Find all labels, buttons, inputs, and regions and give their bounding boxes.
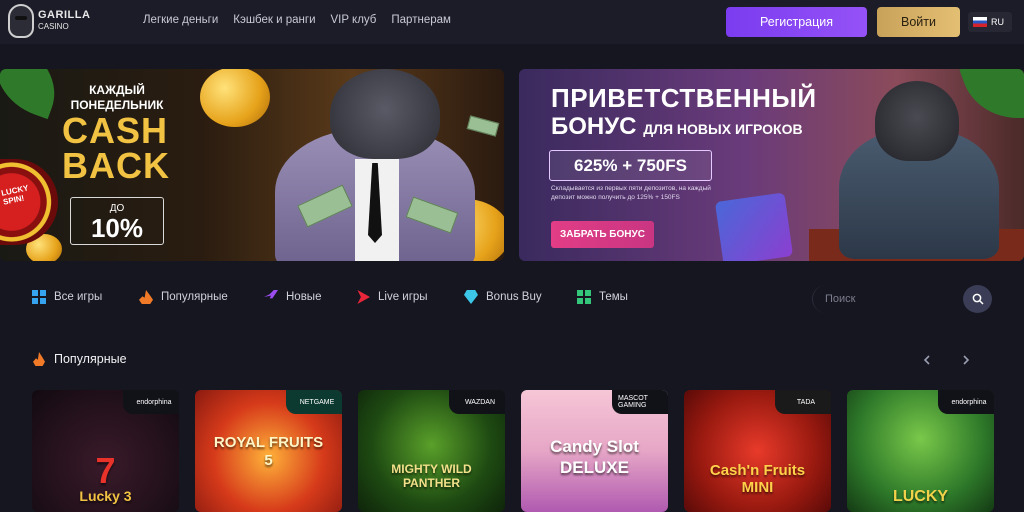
top-header: GARILLA CASINO Легкие деньги Кэшбек и ра… [0,0,1024,44]
game-title: Lucky 3 [79,488,132,504]
search-icon [972,293,984,305]
cashback-banner[interactable]: LUCKY SPIN! КАЖДЫЙ ПОНЕДЕЛЬНИК CASH BACK… [0,69,504,261]
main-nav: Легкие деньги Кэшбек и ранги VIP клуб Па… [143,14,451,26]
game-title: MIGHTY WILD PANTHER [391,462,472,490]
provider-badge: endorphina [123,390,179,414]
cashback-percent-box: ДО 10% [70,197,164,245]
popular-section-title: Популярные [33,352,127,366]
game-card-candy-slot[interactable]: Candy Slot DELUXE MASCOT GAMING [521,390,668,512]
palm-leaf-decoration [959,69,1024,136]
game-card-lucky3[interactable]: 7 Lucky 3 endorphina [32,390,179,512]
category-popular[interactable]: Популярные [139,290,228,304]
game-card-cash-n-fruits[interactable]: Cash'n Fruits MINI TADA [684,390,831,512]
game-card-royal-fruits[interactable]: ROYAL FRUITS 5 NETGAME [195,390,342,512]
language-selector[interactable]: RU [968,12,1012,32]
category-all-games[interactable]: Все игры [32,290,102,304]
welcome-title: ПРИВЕТСТВЕННЫЙ [551,83,817,113]
search-input[interactable] [825,291,955,307]
welcome-subtitle: БОНУС ДЛЯ НОВЫХ ИГРОКОВ [551,113,803,140]
language-code: RU [991,17,1004,27]
register-button[interactable]: Регистрация [726,7,867,37]
nav-easy-money[interactable]: Легкие деньги [143,14,218,26]
category-bonus-buy[interactable]: Bonus Buy [464,290,542,304]
fire-icon [33,352,45,366]
provider-badge: MASCOT GAMING [612,390,668,414]
nav-partners[interactable]: Партнерам [391,14,451,26]
grid-icon [32,290,46,304]
game-title: Cash'n Fruits MINI [709,462,806,496]
casino-logo[interactable]: GARILLA CASINO [8,4,90,38]
bonus-description: Складывается из первых пяти депозитов, н… [551,185,711,201]
game-title: Candy Slot DELUXE [550,437,639,477]
provider-badge: TADA [775,390,831,414]
category-themes[interactable]: Темы [577,290,628,304]
play-icon [357,290,370,304]
chevron-left-icon [923,355,930,365]
cashback-weekday: КАЖДЫЙ ПОНЕДЕЛЬНИК [70,83,164,112]
provider-badge: WAZDAN [449,390,505,414]
game-title: ROYAL FRUITS 5 [213,434,324,469]
logo-subtitle: CASINO [38,22,69,31]
login-button[interactable]: Войти [877,7,960,37]
category-new[interactable]: Новые [264,290,321,304]
game-title: LUCKY [892,488,949,505]
russia-flag-icon [973,17,987,27]
gorilla-head-illustration [875,81,959,161]
category-live-games[interactable]: Live игры [356,290,428,304]
gorilla-head-illustration [330,69,440,159]
carousel-next-button[interactable] [959,352,973,368]
nav-vip-club[interactable]: VIP клуб [331,14,377,26]
provider-badge: endorphina [938,390,994,414]
game-card-lucky-leprechaun[interactable]: LUCKY endorphina [847,390,994,512]
fire-icon [139,290,153,304]
bonus-offer: 625% + 750FS [549,150,712,181]
gift-box-illustration [714,192,794,261]
welcome-bonus-banner[interactable]: ПРИВЕТСТВЕННЫЙ БОНУС ДЛЯ НОВЫХ ИГРОКОВ 6… [519,69,1024,261]
cashback-title: CASH BACK [62,110,170,186]
nav-cashback-ranks[interactable]: Кэшбек и ранги [233,14,315,26]
gorilla-logo-icon [8,4,34,38]
logo-title: GARILLA [38,9,91,21]
chevron-right-icon [963,355,970,365]
diamond-icon [464,290,478,304]
palm-leaf-decoration [0,69,69,120]
money-bill-decoration [466,115,500,137]
carousel-prev-button[interactable] [920,352,934,368]
claim-bonus-button[interactable]: ЗАБРАТЬ БОНУС [551,221,654,248]
gold-coin-decoration [200,69,270,127]
search-button[interactable] [963,285,992,313]
provider-badge: NETGAME [286,390,342,414]
grid-icon [577,290,591,304]
rocket-icon [264,290,278,299]
game-card-mighty-wild-panther[interactable]: MIGHTY WILD PANTHER WAZDAN [358,390,505,512]
